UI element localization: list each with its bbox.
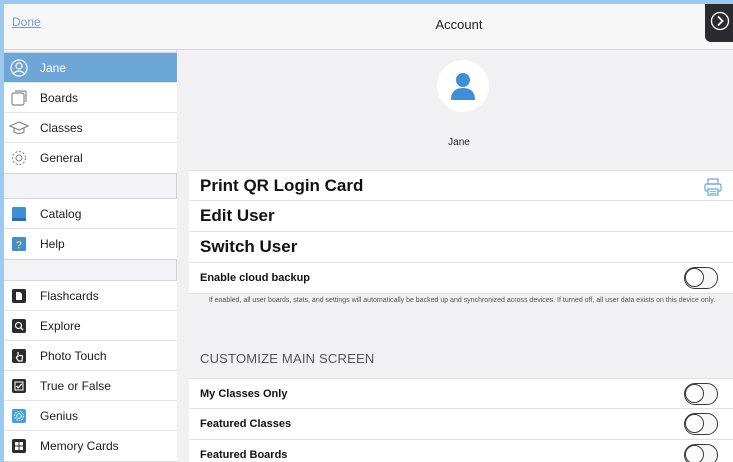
sidebar-item-label: Catalog: [40, 206, 82, 221]
gear-icon: [4, 143, 34, 173]
flashcards-icon: [4, 281, 34, 311]
sidebar-item-label: Flashcards: [40, 288, 99, 303]
sidebar-item-photo-touch[interactable]: Photo Touch: [4, 341, 177, 371]
sidebar-item-label: Help: [40, 237, 65, 251]
sidebar-item-label: Photo Touch: [40, 348, 107, 363]
nav-group-games: Flashcards Explore Photo Touch True or F…: [4, 280, 177, 462]
sidebar-item-help[interactable]: ? Help: [4, 229, 177, 259]
svg-text:?: ?: [16, 240, 23, 252]
my-classes-only-toggle[interactable]: [684, 382, 718, 405]
sidebar-item-label: Explore: [40, 318, 81, 333]
my-classes-only-row: My Classes Only: [189, 378, 733, 409]
section-header: CUSTOMIZE MAIN SCREEN: [200, 351, 375, 366]
hand-touch-icon: [4, 341, 34, 371]
featured-boards-row: Featured Boards: [189, 440, 733, 462]
chevron-right-icon: [710, 11, 730, 31]
row-label: My Classes Only: [200, 387, 288, 400]
explore-icon: [4, 311, 34, 341]
sidebar-item-label: Genius: [40, 408, 79, 423]
genius-icon: [4, 401, 34, 431]
featured-classes-row: Featured Classes: [189, 409, 733, 440]
sidebar-item-flashcards[interactable]: Flashcards: [4, 281, 177, 311]
sidebar-item-label: Boards: [40, 90, 79, 105]
sidebar: Done Jane Boards Classes General Catalog…: [4, 4, 177, 462]
user-name: Jane: [448, 137, 470, 148]
sidebar-item-memory-cards[interactable]: Memory Cards: [4, 431, 177, 461]
sidebar-item-catalog[interactable]: Catalog: [4, 199, 177, 229]
row-label: Enable cloud backup: [200, 272, 311, 284]
row-label: Featured Classes: [200, 418, 292, 430]
sidebar-item-general[interactable]: General: [4, 143, 177, 173]
question-icon: ?: [4, 229, 34, 259]
main-panel: Account Jane Print QR Login Card Edit Us…: [177, 4, 733, 462]
cloud-backup-toggle[interactable]: [684, 267, 718, 289]
cloud-backup-note: If enabled, all user boards, stats, and …: [208, 297, 716, 304]
row-label: Print QR Login Card: [200, 175, 364, 195]
sidebar-item-label: True or False: [40, 378, 111, 393]
row-label: Featured Boards: [200, 449, 288, 461]
expand-button[interactable]: [705, 4, 733, 42]
graduation-cap-icon: [4, 113, 34, 143]
done-button[interactable]: Done: [12, 15, 41, 29]
sidebar-item-jane[interactable]: Jane: [4, 53, 177, 83]
switch-user-button[interactable]: Switch User: [189, 232, 733, 263]
page-title: Account: [435, 17, 483, 32]
print-qr-login-card-button[interactable]: Print QR Login Card: [189, 170, 733, 201]
sidebar-item-true-or-false[interactable]: True or False: [4, 371, 177, 401]
sidebar-item-boards[interactable]: Boards: [4, 83, 177, 113]
featured-boards-toggle[interactable]: [684, 444, 718, 462]
sidebar-item-explore[interactable]: Explore: [4, 311, 177, 341]
row-label: Switch User: [200, 237, 298, 256]
sidebar-item-classes[interactable]: Classes: [4, 113, 177, 143]
checkbox-icon: [4, 371, 34, 401]
app-window: Done Jane Boards Classes General Catalog…: [4, 4, 733, 462]
memory-cards-icon: [4, 431, 34, 461]
nav-group-resources: Catalog ? Help: [4, 198, 177, 260]
cloud-backup-row: Enable cloud backup: [189, 263, 733, 294]
main-header: Account: [177, 4, 733, 50]
sidebar-header: Done: [4, 4, 177, 50]
nav-group-account: Jane Boards Classes General: [4, 52, 177, 174]
sidebar-item-label: General: [40, 151, 83, 165]
user-circle-icon: [4, 53, 34, 83]
printer-icon[interactable]: [703, 177, 723, 202]
person-icon: [451, 73, 475, 100]
avatar[interactable]: [437, 60, 489, 112]
sidebar-item-label: Jane: [40, 60, 67, 75]
row-label: Edit User: [200, 206, 275, 225]
sidebar-item-genius[interactable]: Genius: [4, 401, 177, 431]
featured-classes-toggle[interactable]: [684, 413, 718, 435]
sidebar-item-label: Classes: [40, 120, 83, 135]
boards-icon: [4, 83, 34, 113]
sidebar-item-label: Memory Cards: [40, 439, 119, 453]
edit-user-button[interactable]: Edit User: [189, 201, 733, 232]
book-icon: [4, 199, 34, 229]
